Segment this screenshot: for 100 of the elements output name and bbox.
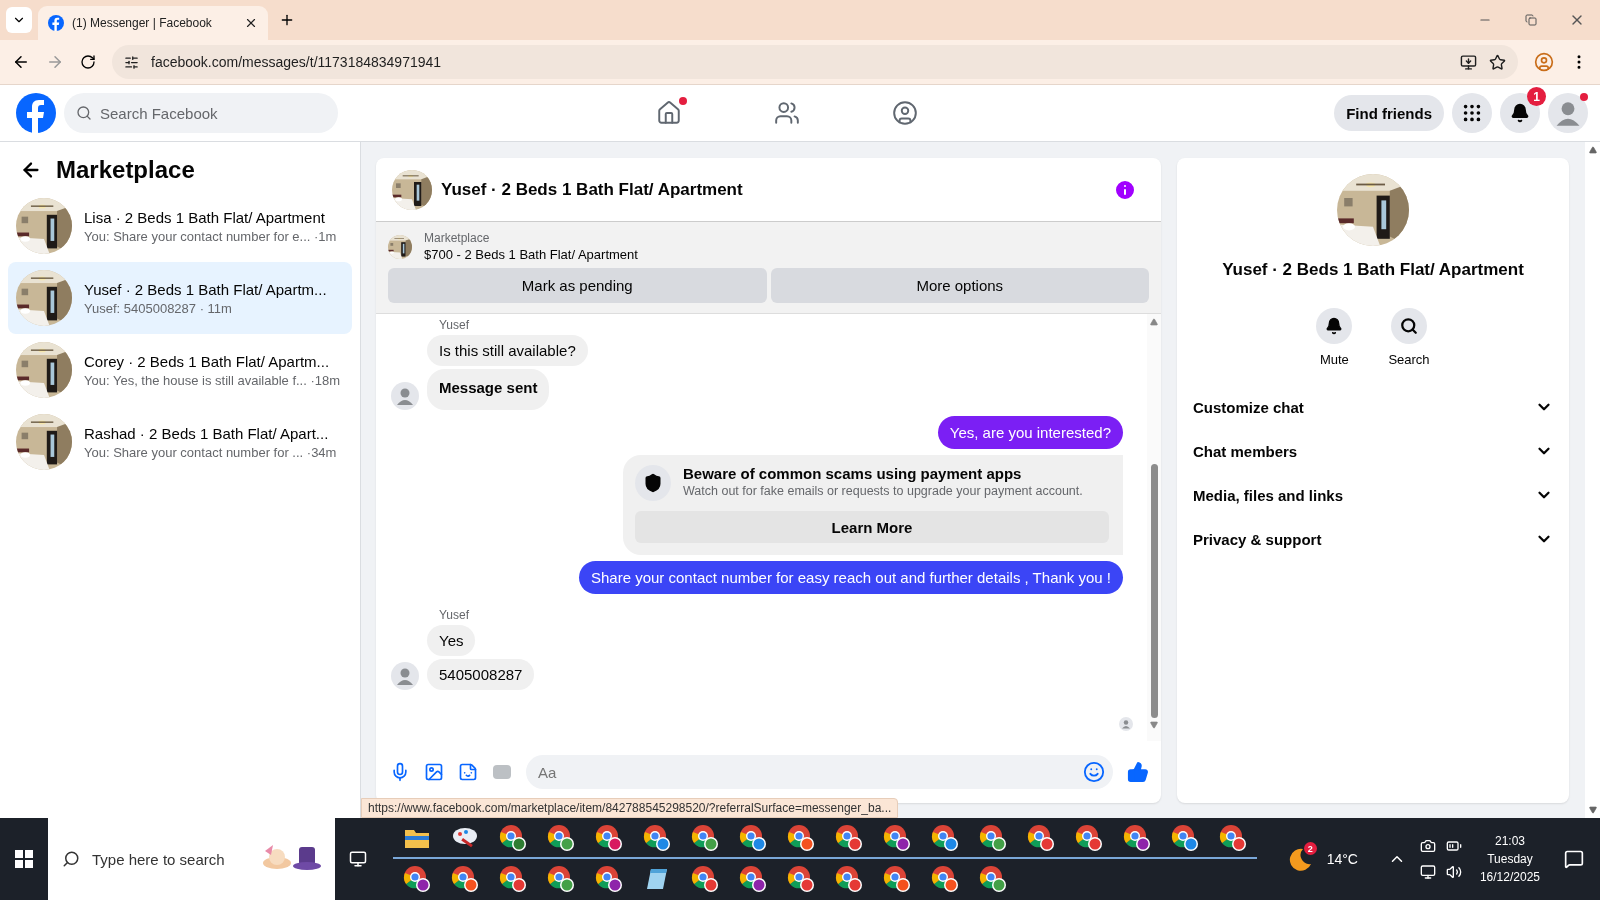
sender-name: Yusef bbox=[438, 318, 470, 332]
profile-icon[interactable] bbox=[1534, 52, 1554, 72]
clock[interactable]: 21:03 Tuesday 16/12/2025 bbox=[1479, 834, 1540, 884]
browser-icon[interactable] bbox=[979, 823, 1007, 852]
chat-item[interactable]: Rashad · 2 Beds 1 Bath Flat/ Apart... You: Share your contact number for ... ·34m bbox=[8, 406, 352, 478]
search-icon bbox=[1400, 317, 1418, 335]
browser-icon[interactable] bbox=[499, 823, 527, 852]
browser-icon[interactable] bbox=[739, 823, 767, 852]
browser-icon[interactable] bbox=[691, 823, 719, 852]
windows-icon bbox=[15, 850, 33, 868]
sender-name: Yusef bbox=[438, 608, 470, 622]
camera-icon[interactable] bbox=[1419, 838, 1436, 854]
browser-icon[interactable] bbox=[547, 864, 575, 893]
chat-preview: Yusef: 5405008287 · 11m bbox=[84, 300, 233, 316]
notification-count: 1 bbox=[1527, 87, 1546, 106]
action-label: Search bbox=[1388, 352, 1430, 367]
browser-icon[interactable] bbox=[1027, 823, 1055, 852]
facebook-logo-icon[interactable] bbox=[16, 93, 56, 133]
photo-icon[interactable] bbox=[424, 762, 444, 782]
scroll-up-icon[interactable] bbox=[1150, 318, 1158, 326]
like-icon[interactable] bbox=[1127, 761, 1149, 783]
browser-icon[interactable] bbox=[691, 864, 719, 893]
chat-item[interactable]: Corey · 2 Beds 1 Bath Flat/ Apartm... You: Yes, the house is still available f... ·18m bbox=[8, 334, 352, 406]
avatar-icon bbox=[1548, 93, 1588, 133]
listing-action-button[interactable]: Mark as pending bbox=[388, 268, 767, 303]
browser-icon[interactable] bbox=[787, 823, 815, 852]
browser-icon[interactable] bbox=[979, 864, 1007, 893]
tab-title: (1) Messenger | Facebook bbox=[72, 16, 213, 30]
network-icon[interactable] bbox=[1419, 864, 1436, 880]
chat-preview: You: Share your contact number for ... ·34m bbox=[84, 444, 337, 460]
notepad-icon[interactable] bbox=[645, 866, 669, 891]
browser-icon[interactable] bbox=[835, 823, 863, 852]
mute-button[interactable] bbox=[1316, 308, 1353, 344]
details-section[interactable]: Privacy & support bbox=[1193, 517, 1553, 561]
details-section[interactable]: Customize chat bbox=[1193, 385, 1553, 429]
browser-icon[interactable] bbox=[1123, 823, 1151, 852]
menu-button[interactable] bbox=[1452, 93, 1492, 133]
scroll-up-icon[interactable] bbox=[1588, 146, 1597, 154]
message-bubble: Yes, are you interested? bbox=[937, 416, 1123, 449]
bookmark-icon[interactable] bbox=[1489, 53, 1506, 71]
browser-icon[interactable] bbox=[643, 823, 671, 852]
chat-preview: You: Share your contact number for e... ·1m bbox=[84, 228, 337, 244]
friends-icon bbox=[774, 100, 800, 126]
chat-item[interactable]: Lisa · 2 Beds 1 Bath Flat/ Apartment You: Share your contact number for e... ·1m bbox=[8, 190, 352, 262]
taskbar-search-field[interactable]: Type here to search bbox=[48, 818, 335, 900]
search-button[interactable] bbox=[1391, 308, 1427, 344]
microphone-icon[interactable] bbox=[390, 762, 410, 782]
task-view-icon[interactable] bbox=[349, 850, 367, 868]
browser-icon[interactable] bbox=[931, 823, 959, 852]
page-title: Marketplace bbox=[56, 156, 195, 184]
browser-icon[interactable] bbox=[1171, 823, 1199, 852]
browser-icon[interactable] bbox=[1075, 823, 1103, 852]
browser-icon[interactable] bbox=[835, 864, 863, 893]
battery-icon[interactable] bbox=[1445, 838, 1462, 854]
page-scrollbar[interactable] bbox=[1585, 142, 1600, 818]
bell-icon bbox=[1325, 317, 1344, 335]
browser-icon[interactable] bbox=[883, 864, 911, 893]
bell-icon bbox=[1510, 103, 1530, 123]
chat-item[interactable]: Yusef · 2 Beds 1 Bath Flat/ Apartm... Yusef: 5405008287 · 11m bbox=[8, 262, 352, 334]
notifications-icon[interactable] bbox=[1564, 849, 1584, 869]
browser-icon[interactable] bbox=[499, 864, 527, 893]
listing-action-button[interactable]: More options bbox=[770, 268, 1149, 303]
browser-icon[interactable] bbox=[595, 823, 623, 852]
search-field[interactable]: Search Facebook bbox=[64, 93, 338, 133]
browser-icon[interactable] bbox=[595, 864, 623, 893]
browser-icon[interactable] bbox=[931, 864, 959, 893]
back-icon[interactable] bbox=[12, 53, 30, 71]
browser-icon[interactable] bbox=[1219, 823, 1247, 852]
tab-list-button[interactable] bbox=[6, 7, 32, 33]
details-section[interactable]: Media, files and links bbox=[1193, 473, 1553, 517]
notifications-button[interactable] bbox=[1500, 93, 1540, 133]
browser-icon[interactable] bbox=[547, 823, 575, 852]
learn-more-button[interactable]: Learn More bbox=[635, 511, 1109, 543]
details-section[interactable]: Chat members bbox=[1193, 429, 1553, 473]
close-tab-icon[interactable] bbox=[244, 16, 258, 30]
paint-icon[interactable] bbox=[451, 825, 479, 850]
scrollbar[interactable] bbox=[1147, 314, 1161, 741]
sticker-icon[interactable] bbox=[458, 762, 478, 782]
browser-icon[interactable] bbox=[403, 864, 431, 893]
volume-icon[interactable] bbox=[1445, 864, 1462, 880]
message-input[interactable]: Aa bbox=[526, 755, 1113, 789]
scroll-down-icon[interactable] bbox=[1150, 721, 1158, 729]
address-bar[interactable]: facebook.com/messages/t/1173184834971941 bbox=[112, 45, 1518, 79]
grid-icon bbox=[1461, 102, 1483, 124]
browser-icon[interactable] bbox=[451, 864, 479, 893]
site-info-icon[interactable] bbox=[124, 54, 139, 70]
reload-icon[interactable] bbox=[80, 54, 96, 70]
restore-icon[interactable] bbox=[1525, 14, 1537, 26]
browser-tab[interactable]: (1) Messenger | Facebook bbox=[38, 6, 268, 40]
find-friends-button[interactable]: Find friends bbox=[1334, 95, 1444, 131]
warning-text: Watch out for fake emails or requests to upgrade your payment account. bbox=[683, 484, 1083, 498]
browser-icon[interactable] bbox=[787, 864, 815, 893]
emoji-icon[interactable] bbox=[1083, 761, 1105, 783]
avatar-icon bbox=[391, 382, 419, 410]
browser-icon[interactable] bbox=[883, 823, 911, 852]
browser-icon[interactable] bbox=[739, 864, 767, 893]
install-icon[interactable] bbox=[1460, 53, 1477, 71]
listing-source: Marketplace bbox=[424, 231, 491, 245]
account-button[interactable] bbox=[1548, 93, 1588, 133]
scroll-down-icon[interactable] bbox=[1588, 806, 1597, 814]
